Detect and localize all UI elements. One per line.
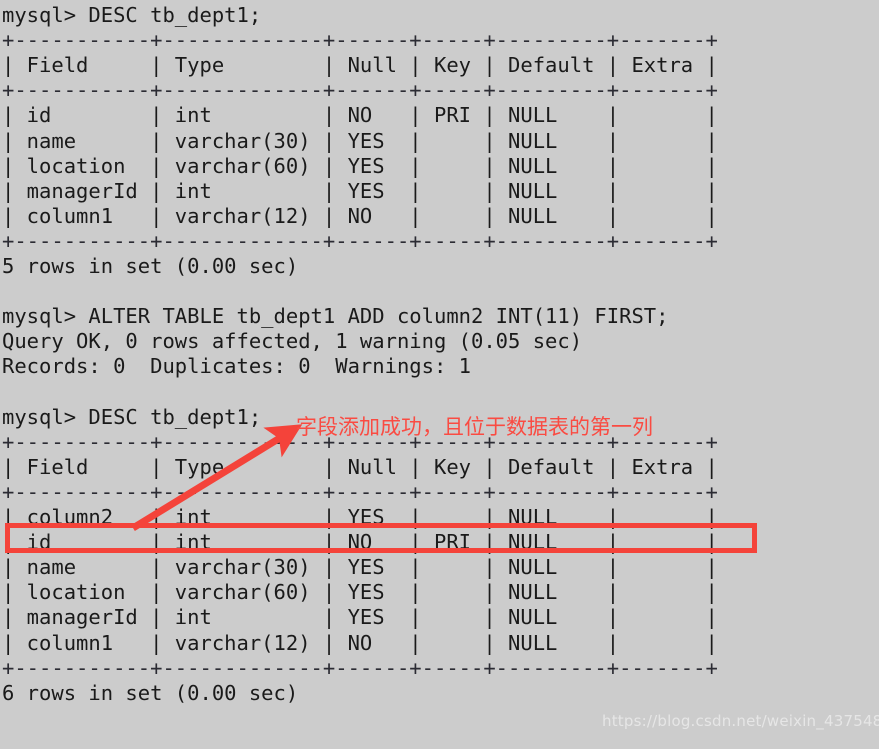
terminal-line: +-----------+-------------+------+-----+… (2, 429, 718, 454)
terminal-line: | column2 | int | YES | | NULL | | (2, 505, 718, 529)
terminal-line: mysql> DESC tb_dept1; (2, 404, 262, 429)
terminal-line: | location | varchar(60) | YES | | NULL … (2, 153, 718, 178)
terminal-line: | Field | Type | Null | Key | Default | … (2, 53, 718, 78)
terminal-line: Query OK, 0 rows affected, 1 warning (0.… (2, 329, 583, 354)
terminal-line: mysql> DESC tb_dept1; (2, 3, 262, 27)
terminal-line: | column1 | varchar(12) | NO | | NULL | … (2, 630, 718, 655)
terminal-line: | name | varchar(30) | YES | | NULL | | (2, 128, 718, 153)
terminal-line: | managerId | int | YES | | NULL | | (2, 178, 718, 203)
terminal-line: mysql> ALTER TABLE tb_dept1 ADD column2 … (2, 304, 669, 329)
terminal-output: mysql> DESC tb_dept1; +-----------+------… (0, 0, 879, 749)
terminal-line: | managerId | int | YES | | NULL | | (2, 605, 718, 630)
terminal-line: +-----------+-------------+------+-----+… (2, 479, 718, 504)
terminal-line: | Field | Type | Null | Key | Default | … (2, 454, 718, 479)
terminal-line: 5 rows in set (0.00 sec) (2, 254, 299, 278)
terminal-line: Records: 0 Duplicates: 0 Warnings: 1 (2, 354, 471, 379)
terminal-line: | name | varchar(30) | YES | | NULL | | (2, 555, 718, 580)
terminal-line: +-----------+-------------+------+-----+… (2, 28, 718, 53)
terminal-line: +-----------+-------------+------+-----+… (2, 655, 718, 680)
terminal-line: +-----------+-------------+------+-----+… (2, 228, 718, 253)
terminal-line: | column1 | varchar(12) | NO | | NULL | … (2, 203, 718, 228)
terminal-line: 6 rows in set (0.00 sec) (2, 680, 299, 705)
terminal-line: | id | int | NO | PRI | NULL | | (2, 530, 718, 555)
terminal-line: | location | varchar(60) | YES | | NULL … (2, 580, 718, 605)
terminal-line: | id | int | NO | PRI | NULL | | (2, 103, 718, 128)
terminal-line: +-----------+-------------+------+-----+… (2, 78, 718, 103)
